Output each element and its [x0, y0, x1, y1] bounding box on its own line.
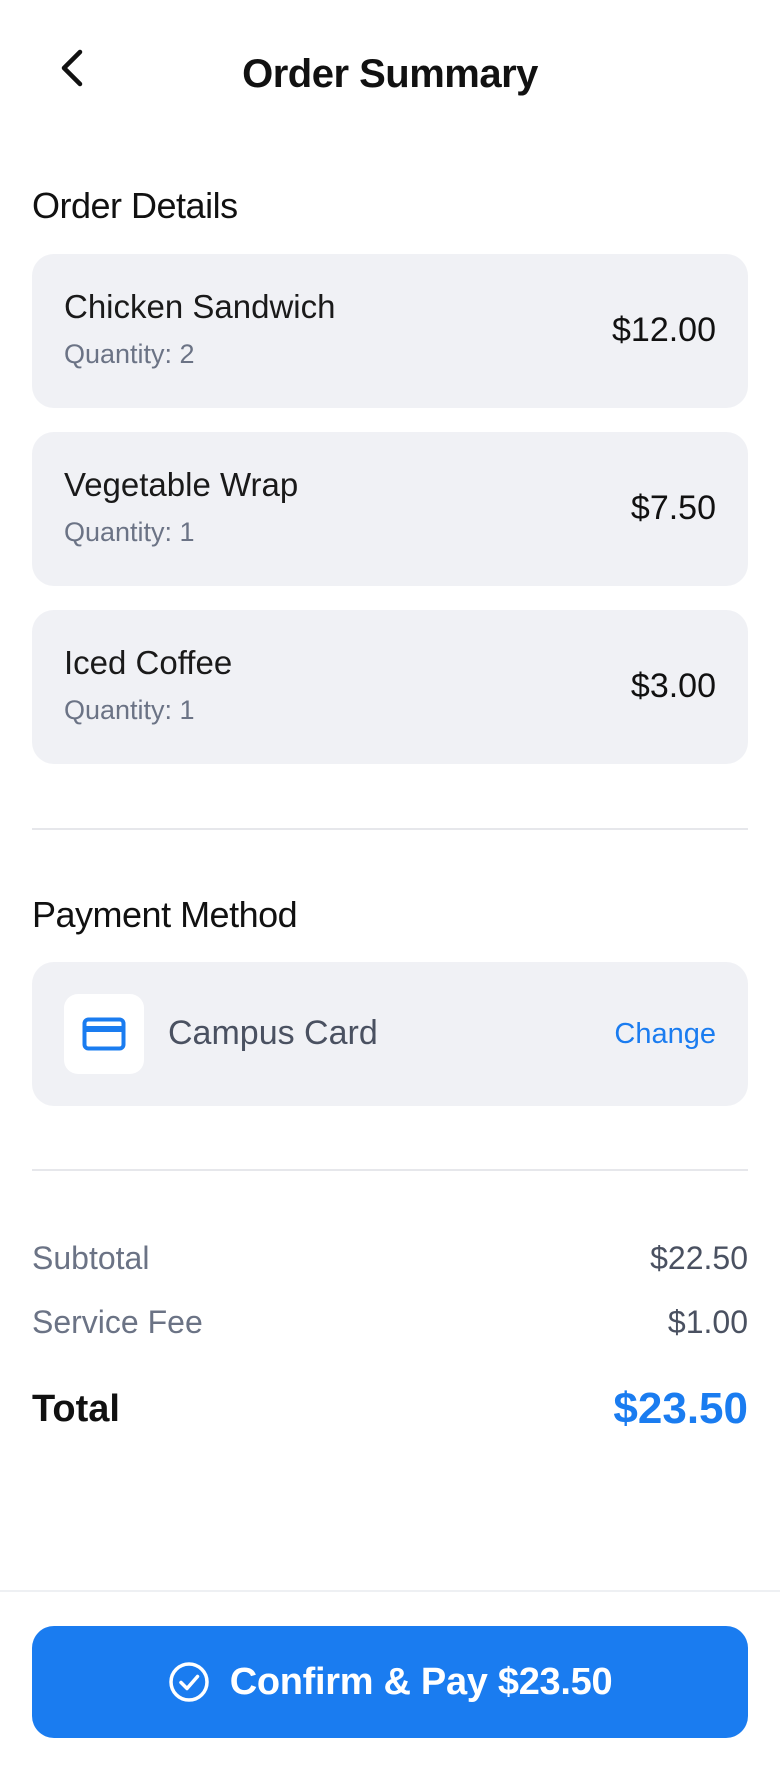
order-item-card: Iced Coffee Quantity: 1 $3.00 — [32, 610, 748, 764]
payment-method-card[interactable]: Campus Card Change — [32, 962, 748, 1106]
item-quantity: Quantity: 2 — [64, 339, 195, 369]
total-label: Total — [32, 1388, 120, 1430]
service-fee-value: $1.00 — [667, 1304, 748, 1340]
subtotal-value: $22.50 — [650, 1240, 748, 1276]
order-details-title: Order Details — [32, 185, 238, 226]
credit-card-icon — [82, 1017, 126, 1051]
order-item-card: Chicken Sandwich Quantity: 2 $12.00 — [32, 254, 748, 408]
subtotal-label: Subtotal — [32, 1240, 150, 1276]
confirm-pay-label: Confirm & Pay $23.50 — [229, 1661, 613, 1703]
confirm-pay-button[interactable]: Confirm & Pay $23.50 — [32, 1626, 748, 1738]
change-payment-button[interactable]: Change — [614, 1016, 716, 1052]
header: Order Summary — [0, 0, 780, 150]
divider — [32, 828, 748, 830]
order-item-card: Vegetable Wrap Quantity: 1 $7.50 — [32, 432, 748, 586]
item-price: $3.00 — [630, 667, 716, 705]
item-quantity: Quantity: 1 — [64, 517, 195, 547]
payment-icon-box — [64, 994, 144, 1074]
page-title: Order Summary — [242, 52, 538, 96]
item-price: $7.50 — [630, 489, 716, 527]
item-name: Vegetable Wrap — [64, 466, 299, 503]
bottom-action-bar: Confirm & Pay $23.50 — [0, 1590, 780, 1768]
payment-method-title: Payment Method — [32, 894, 298, 935]
item-price: $12.00 — [612, 311, 716, 349]
total-value: $23.50 — [613, 1384, 748, 1433]
divider — [32, 1169, 748, 1171]
check-circle-icon — [168, 1661, 210, 1703]
item-name: Iced Coffee — [64, 644, 233, 681]
payment-method-name: Campus Card — [168, 1014, 378, 1052]
item-quantity: Quantity: 1 — [64, 695, 195, 725]
item-name: Chicken Sandwich — [64, 288, 336, 325]
service-fee-label: Service Fee — [32, 1304, 203, 1340]
